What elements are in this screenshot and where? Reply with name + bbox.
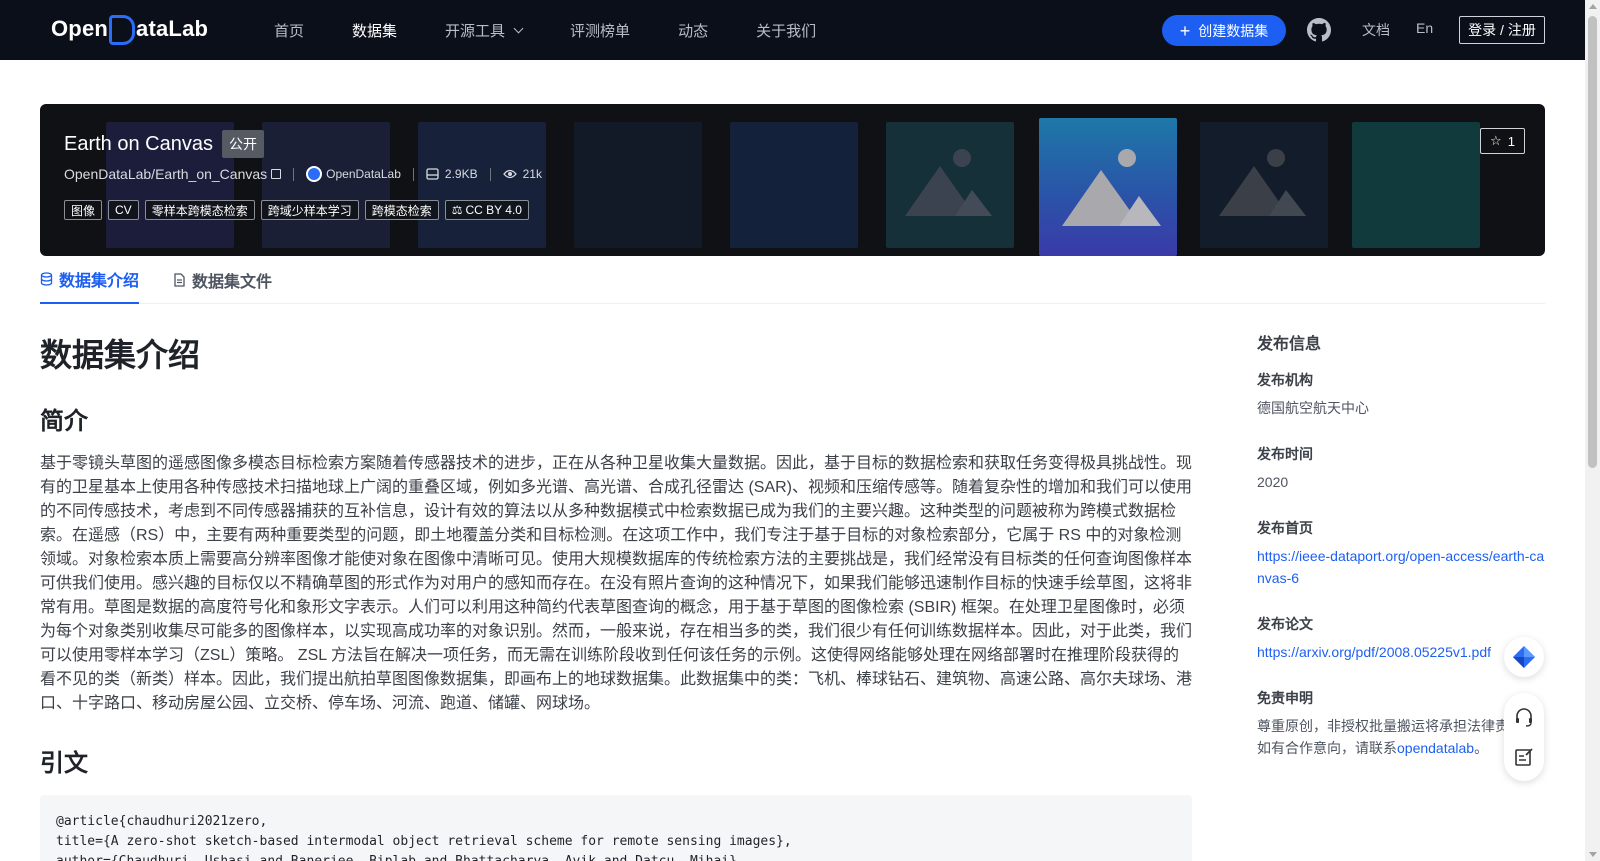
create-dataset-button[interactable]: + 创建数据集 — [1162, 15, 1286, 46]
main-nav: 首页 数据集 开源工具 评测榜单 动态 关于我们 — [274, 0, 864, 60]
tab-dataset-files-label: 数据集文件 — [192, 274, 273, 291]
plus-icon: + — [1179, 20, 1191, 41]
preview-thumbnail[interactable] — [262, 122, 390, 248]
license-label: CC BY 4.0 — [465, 203, 522, 217]
github-icon[interactable] — [1307, 18, 1331, 42]
dataset-title: Earth on Canvas — [64, 132, 213, 155]
docs-link[interactable]: 文档 — [1362, 20, 1390, 40]
publish-info-title: 发布信息 — [1257, 336, 1322, 353]
nav-datasets-label: 数据集 — [352, 22, 398, 40]
tag-zero-shot-retrieval[interactable]: 零样本跨模态检索 — [144, 200, 255, 220]
org-name[interactable]: OpenDataLab — [326, 167, 401, 181]
license-tag[interactable]: ⚖ CC BY 4.0 — [444, 200, 529, 220]
divider — [489, 167, 491, 181]
headset-support-icon[interactable] — [1514, 707, 1534, 727]
homepage-link[interactable]: https://ieee-dataport.org/open-access/ea… — [1257, 545, 1547, 589]
copy-icon[interactable] — [271, 169, 282, 179]
star-count: 1 — [1507, 133, 1515, 149]
preview-thumbnail-active[interactable] — [1039, 118, 1177, 256]
page-heading: 数据集介绍 — [40, 337, 201, 373]
dataset-title-row: Earth on Canvas 公开 — [64, 130, 264, 158]
preview-thumbnail[interactable] — [730, 122, 858, 248]
top-nav: Open ataLab 首页 数据集 开源工具 评测榜单 动态 关于我们 + 创… — [0, 0, 1585, 60]
disclaimer-label: 免责申明 — [1257, 690, 1313, 706]
publish-time-label: 发布时间 — [1257, 446, 1313, 462]
divider — [293, 167, 295, 181]
nav-open-tools-label: 开源工具 — [445, 22, 506, 40]
preview-thumbnail[interactable] — [1352, 122, 1480, 248]
dataset-banner: Earth on Canvas 公开 OpenDataLab/Earth_on_… — [40, 104, 1545, 256]
star-button[interactable]: ☆ 1 — [1480, 128, 1525, 154]
chevron-down-icon — [513, 23, 524, 33]
image-placeholder-icon — [1062, 149, 1161, 226]
section-heading-citation: 引文 — [40, 750, 88, 777]
nav-home-label: 首页 — [274, 22, 305, 40]
nav-open-tools[interactable]: 开源工具 — [445, 20, 524, 41]
tag-image[interactable]: 图像 — [64, 200, 103, 220]
tag-cv[interactable]: CV — [108, 200, 139, 220]
nav-leaderboard-label: 评测榜单 — [570, 22, 631, 40]
view-count: 21k — [522, 167, 542, 181]
storage-icon — [426, 168, 439, 180]
section-heading-intro: 简介 — [40, 408, 88, 435]
tab-dataset-intro[interactable]: 数据集介绍 — [40, 256, 140, 304]
star-icon: ☆ — [1490, 133, 1502, 148]
nav-about-label: 关于我们 — [756, 22, 817, 40]
scrollbar-thumb[interactable] — [1588, 16, 1597, 468]
logo-d-icon — [109, 15, 136, 45]
dataset-size: 2.9KB — [444, 167, 478, 181]
tag-cross-modal-retrieval[interactable]: 跨模态检索 — [364, 200, 439, 220]
assistant-float-button[interactable] — [1504, 637, 1544, 677]
preview-thumbnail[interactable] — [418, 122, 546, 248]
divider — [412, 167, 414, 181]
preview-thumbnail[interactable] — [886, 122, 1014, 248]
disclaimer-suffix: 。 — [1474, 740, 1489, 756]
language-switch[interactable]: En — [1416, 20, 1433, 36]
homepage-label: 发布首页 — [1257, 520, 1313, 536]
nav-home[interactable]: 首页 — [274, 20, 304, 41]
nav-datasets[interactable]: 数据集 — [352, 20, 397, 41]
nav-news-label: 动态 — [678, 22, 709, 40]
scale-icon: ⚖ — [451, 203, 463, 217]
dataset-tags: 图像 CV 零样本跨模态检索 跨域少样本学习 跨模态检索 ⚖ CC BY 4.0 — [64, 200, 535, 220]
repo-path: OpenDataLab/Earth_on_Canvas — [64, 166, 268, 182]
org-avatar-icon — [306, 166, 323, 182]
logo-text-datalab: ataLab — [136, 16, 209, 41]
opendatalab-logo[interactable]: Open ataLab — [51, 14, 209, 45]
contact-link[interactable]: opendatalab — [1397, 740, 1474, 756]
citation-code-block: @article{chaudhuri2021zero, title={A zer… — [40, 795, 1192, 861]
tag-few-shot-learning[interactable]: 跨域少样本学习 — [260, 200, 359, 220]
logo-text-open: Open — [51, 16, 109, 41]
nav-leaderboard[interactable]: 评测榜单 — [570, 20, 630, 41]
create-dataset-label: 创建数据集 — [1198, 22, 1269, 39]
dataset-meta-row: OpenDataLab/Earth_on_Canvas OpenDataLab … — [64, 166, 542, 182]
tab-dataset-intro-label: 数据集介绍 — [59, 273, 140, 290]
publisher-value: 德国航空航天中心 — [1257, 400, 1369, 416]
feedback-edit-icon[interactable] — [1514, 747, 1534, 767]
image-placeholder-icon — [905, 149, 992, 216]
nav-news[interactable]: 动态 — [678, 20, 708, 41]
image-placeholder-icon — [1219, 149, 1306, 216]
nav-about[interactable]: 关于我们 — [756, 20, 816, 41]
tab-dataset-files[interactable]: 数据集文件 — [173, 256, 272, 304]
publish-time-value: 2020 — [1257, 474, 1289, 490]
page-scrollbar[interactable] — [1585, 0, 1600, 861]
float-tool-panel — [1504, 693, 1544, 781]
file-icon — [174, 273, 185, 287]
paper-label: 发布论文 — [1257, 616, 1313, 632]
intro-paragraph: 基于零镜头草图的遥感图像多模态目标检索方案随着传感器技术的进步，正在从各种卫星收… — [40, 455, 1193, 712]
assistant-icon — [1513, 646, 1535, 668]
preview-thumbnail[interactable] — [574, 122, 702, 248]
visibility-badge: 公开 — [221, 130, 264, 158]
dataset-tabs: 数据集介绍 数据集文件 — [40, 256, 1545, 304]
scroll-up-arrow-icon[interactable] — [1589, 4, 1597, 9]
database-icon — [40, 272, 53, 286]
scroll-down-arrow-icon[interactable] — [1589, 852, 1597, 857]
preview-thumbnail[interactable] — [1200, 122, 1328, 248]
login-register-button[interactable]: 登录 / 注册 — [1459, 16, 1545, 44]
publisher-label: 发布机构 — [1257, 372, 1313, 388]
eye-icon — [502, 169, 517, 179]
